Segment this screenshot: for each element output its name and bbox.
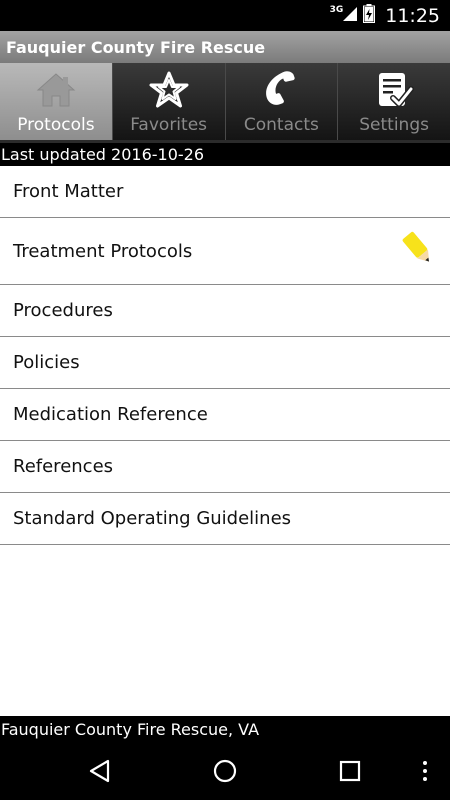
list-item-standard-operating-guidelines[interactable]: Standard Operating Guidelines <box>0 493 450 545</box>
back-button[interactable] <box>85 756 115 786</box>
checklist-icon <box>374 71 415 109</box>
tab-protocols[interactable]: Protocols <box>0 63 113 140</box>
tab-label: Contacts <box>243 115 319 135</box>
network-type-label: 3G <box>329 4 344 15</box>
last-updated-text: Last updated 2016-10-26 <box>1 145 205 164</box>
status-bar: 3G 11:25 <box>0 0 450 31</box>
list-item-label: Front Matter <box>13 181 124 202</box>
battery-icon <box>363 4 376 27</box>
last-updated-banner: Last updated 2016-10-26 <box>0 143 450 166</box>
house-icon <box>36 71 76 109</box>
tab-label: Settings <box>359 115 429 135</box>
list-item-label: Standard Operating Guidelines <box>13 508 292 529</box>
list-item-treatment-protocols[interactable]: Treatment Protocols <box>0 218 450 285</box>
more-vertical-icon <box>423 761 427 781</box>
list-item-front-matter[interactable]: Front Matter <box>0 166 450 218</box>
phone-icon <box>261 71 301 109</box>
protocol-list: Front Matter Treatment Protocols Procedu… <box>0 166 450 545</box>
list-item-policies[interactable]: Policies <box>0 337 450 389</box>
list-item-label: Policies <box>13 352 80 373</box>
list-item-label: Procedures <box>13 300 113 321</box>
system-navigation-bar <box>0 742 450 800</box>
home-circle-icon <box>213 759 237 783</box>
tab-settings[interactable]: Settings <box>338 63 450 140</box>
signal-icon <box>343 6 358 25</box>
app-title: Fauquier County Fire Rescue <box>6 37 266 57</box>
recents-button[interactable] <box>335 756 365 786</box>
tab-label: Protocols <box>17 115 95 135</box>
list-item-references[interactable]: References <box>0 441 450 493</box>
list-item-medication-reference[interactable]: Medication Reference <box>0 389 450 441</box>
status-icons: 3G 11:25 <box>330 0 440 31</box>
list-item-label: Medication Reference <box>13 404 208 425</box>
back-triangle-icon <box>89 759 110 783</box>
home-button[interactable] <box>210 756 240 786</box>
app-bar: Fauquier County Fire Rescue <box>0 31 450 63</box>
tab-favorites[interactable]: Favorites <box>112 63 226 140</box>
overflow-menu-button[interactable] <box>410 756 440 786</box>
list-item-procedures[interactable]: Procedures <box>0 285 450 337</box>
footer-text: Fauquier County Fire Rescue, VA <box>1 719 260 739</box>
star-icon <box>149 71 189 109</box>
recents-square-icon <box>339 760 361 782</box>
clock: 11:25 <box>385 4 440 27</box>
tab-bar: Protocols Favorites Contacts Settings <box>0 63 450 140</box>
highlighter-pencil-icon <box>398 230 438 275</box>
tab-contacts[interactable]: Contacts <box>225 63 339 140</box>
list-item-label: Treatment Protocols <box>13 240 193 262</box>
list-item-label: References <box>13 456 114 477</box>
footer-bar: Fauquier County Fire Rescue, VA <box>0 716 450 742</box>
tab-label: Favorites <box>130 115 208 135</box>
